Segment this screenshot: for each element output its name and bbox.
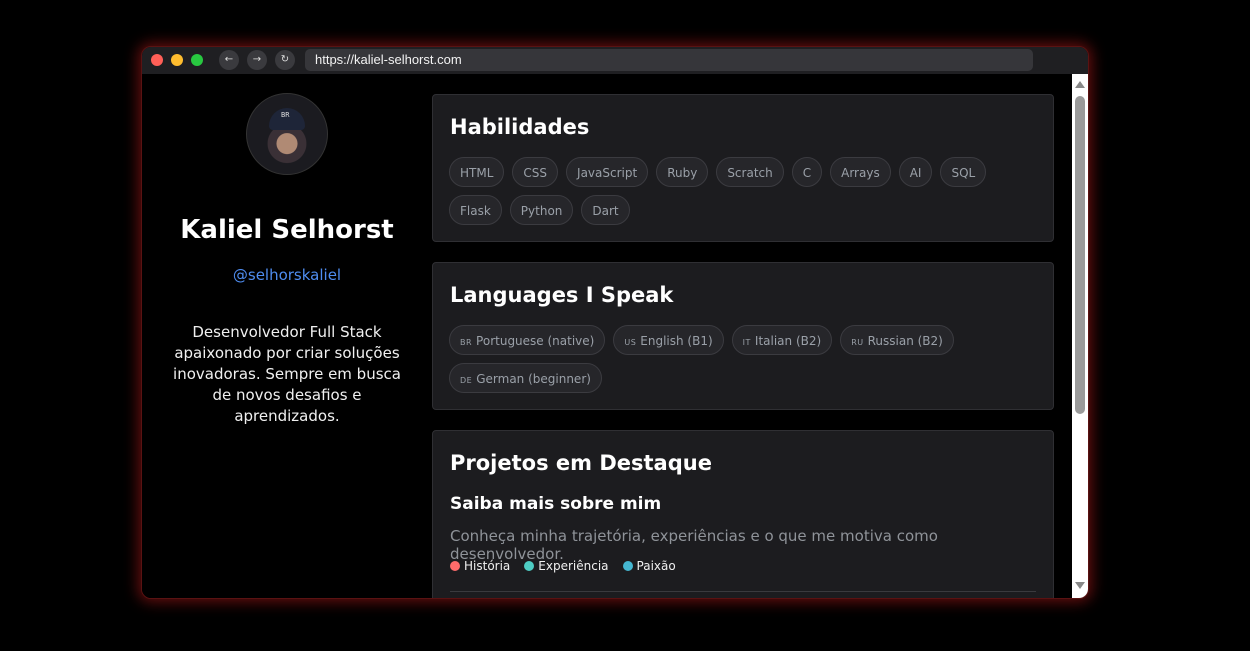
- skill-chip: Dart: [581, 195, 630, 225]
- minimize-window-button[interactable]: [171, 54, 183, 66]
- skill-chip: Scratch: [716, 157, 784, 187]
- close-window-button[interactable]: [151, 54, 163, 66]
- page-viewport: BR Kaliel Selhorst @selhorskaliel Desenv…: [142, 74, 1072, 598]
- skill-chip: Arrays: [830, 157, 891, 187]
- project-tag: Paixão: [622, 559, 676, 573]
- vertical-scrollbar[interactable]: [1072, 74, 1088, 598]
- language-label: Italian (B2): [754, 334, 822, 348]
- scroll-up-arrow-icon[interactable]: [1075, 81, 1085, 88]
- skills-card: Habilidades HTML CSS JavaScript Ruby Scratch…: [432, 94, 1054, 242]
- skill-chip: AI: [898, 157, 933, 187]
- featured-project-tags: História Experiência Paixão: [450, 559, 676, 573]
- language-label: Portuguese (native): [476, 334, 595, 348]
- featured-project-title[interactable]: Saiba mais sobre mim: [450, 494, 661, 514]
- projects-title: Projetos em Destaque: [450, 451, 712, 475]
- tag-dot-icon: [524, 561, 535, 571]
- project-tag-label: Experiência: [538, 559, 609, 573]
- language-label: Russian (B2): [867, 334, 943, 348]
- skill-chip: SQL: [940, 157, 987, 187]
- browser-window: ← → ↻ https://kaliel-selhorst.com BR Kal…: [141, 46, 1089, 599]
- language-chip: DE German (beginner): [449, 363, 602, 393]
- skill-chip: Ruby: [656, 157, 709, 187]
- languages-title: Languages I Speak: [450, 283, 674, 307]
- language-chip: US English (B1): [613, 325, 724, 355]
- language-chip: IT Italian (B2): [731, 325, 833, 355]
- languages-card: Languages I Speak BR Portuguese (native) U…: [432, 262, 1054, 410]
- projects-card: Projetos em Destaque Saiba mais sobre mi…: [432, 430, 1054, 598]
- profile-bio: Desenvolvedor Full Stack apaixonado por …: [173, 323, 401, 425]
- scrollbar-thumb[interactable]: [1075, 96, 1085, 414]
- flag-icon: US: [624, 338, 637, 347]
- tag-dot-icon: [450, 561, 460, 571]
- flag-icon: IT: [742, 338, 751, 347]
- skill-chip: Flask: [449, 195, 502, 225]
- reload-icon[interactable]: ↻: [275, 50, 295, 70]
- tag-dot-icon: [622, 561, 633, 571]
- back-arrow-icon[interactable]: ←: [219, 50, 239, 70]
- skills-title: Habilidades: [450, 115, 590, 139]
- scroll-down-arrow-icon[interactable]: [1075, 582, 1085, 589]
- profile-name: Kaliel Selhorst: [180, 215, 394, 245]
- language-label: English (B1): [640, 334, 713, 348]
- address-bar[interactable]: https://kaliel-selhorst.com: [305, 49, 1033, 71]
- browser-toolbar: ← → ↻ https://kaliel-selhorst.com: [142, 47, 1088, 75]
- language-chip: RU Russian (B2): [840, 325, 954, 355]
- profile-handle-link[interactable]: @selhorskaliel: [142, 266, 432, 284]
- flag-icon: DE: [460, 376, 473, 385]
- divider: [450, 591, 1036, 592]
- project-tag-label: História: [464, 559, 511, 573]
- featured-project-description: Conheça minha trajetória, experiências e…: [450, 527, 938, 563]
- project-tag: História: [450, 559, 510, 573]
- flag-icon: RU: [851, 338, 864, 347]
- profile-sidebar: BR Kaliel Selhorst @selhorskaliel Desenv…: [142, 74, 432, 598]
- project-tag-label: Paixão: [636, 559, 676, 573]
- skill-chip: Python: [509, 195, 574, 225]
- forward-arrow-icon[interactable]: →: [247, 50, 267, 70]
- languages-list: BR Portuguese (native) US English (B1) IT Ita…: [449, 325, 1039, 393]
- project-tag: Experiência: [524, 559, 609, 573]
- avatar: BR: [246, 93, 328, 175]
- skill-chip: CSS: [512, 157, 559, 187]
- skill-chip: C: [791, 157, 823, 187]
- avatar-cap-text: BR: [281, 111, 290, 119]
- maximize-window-button[interactable]: [191, 54, 203, 66]
- flag-icon: BR: [460, 338, 473, 347]
- skill-chip: HTML: [449, 157, 505, 187]
- skills-list: HTML CSS JavaScript Ruby Scratch C Arrays AI SQL…: [449, 157, 1039, 225]
- language-label: German (beginner): [476, 372, 591, 386]
- skill-chip: JavaScript: [566, 157, 649, 187]
- language-chip: BR Portuguese (native): [449, 325, 606, 355]
